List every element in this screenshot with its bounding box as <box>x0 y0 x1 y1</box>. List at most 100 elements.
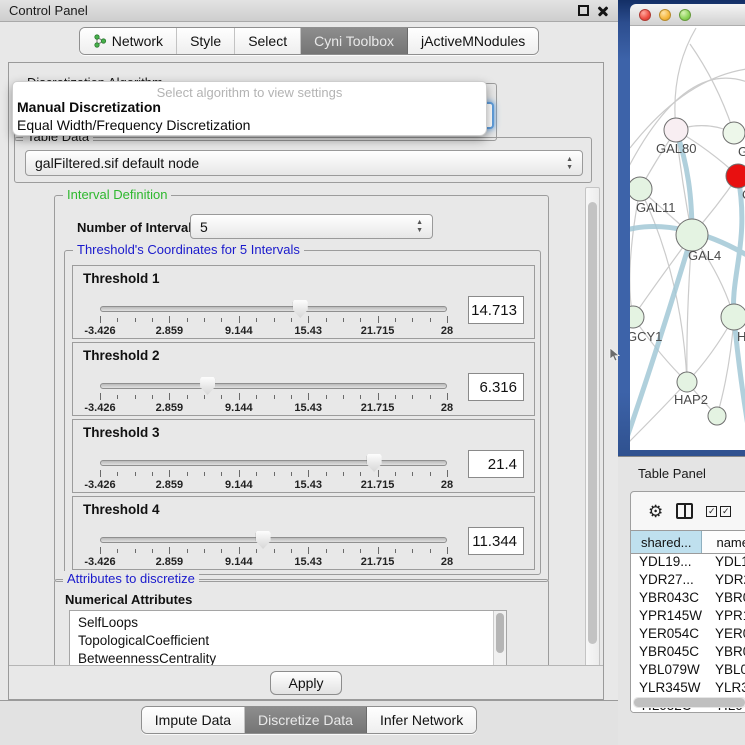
threshold-value-field[interactable]: 14.713 <box>468 296 524 324</box>
threshold-value-field[interactable]: 6.316 <box>468 373 524 401</box>
network-node[interactable] <box>721 304 745 330</box>
tab-cyni-toolbox[interactable]: Cyni Toolbox <box>301 28 408 54</box>
tab-infer-network[interactable]: Infer Network <box>367 707 476 733</box>
network-node[interactable] <box>677 372 697 392</box>
tab-infer-network-label: Infer Network <box>380 712 463 728</box>
table-cell[interactable]: YDR27... <box>631 572 705 590</box>
table-row[interactable]: YBR045CYBR0 <box>631 644 745 662</box>
column-selector-icon[interactable] <box>676 503 693 519</box>
table-row[interactable]: YDR27...YDR2 <box>631 572 745 590</box>
scale-label: -3.426 <box>84 402 115 414</box>
tab-impute-data[interactable]: Impute Data <box>142 707 245 733</box>
table-row[interactable]: YLR345WYLR3 <box>631 680 745 698</box>
table-row[interactable]: YER054CYER0 <box>631 626 745 644</box>
table-cell[interactable]: YER0 <box>705 626 745 644</box>
traffic-light-close-icon[interactable] <box>639 9 651 21</box>
scrollbar-thumb[interactable] <box>588 202 597 644</box>
scale-label: 21.715 <box>361 325 395 337</box>
tab-jactivemnodules[interactable]: jActiveMNodules <box>408 28 538 54</box>
gear-icon[interactable]: ⚙ <box>648 503 663 520</box>
threshold-value-field[interactable]: 11.344 <box>468 527 524 555</box>
slider-track[interactable] <box>100 460 447 466</box>
node-label: GAL11 <box>636 200 676 215</box>
slider-scale: -3.4262.8599.14415.4321.71528 <box>100 402 447 414</box>
table-cell[interactable]: YLR345W <box>631 680 705 698</box>
node-label: GAL4 <box>688 248 721 263</box>
network-node[interactable] <box>630 306 644 328</box>
table-header-cell-name[interactable]: name <box>702 531 745 553</box>
tab-select[interactable]: Select <box>235 28 301 54</box>
table-cell[interactable]: YER054C <box>631 626 705 644</box>
control-panel-titlebar: Control Panel <box>0 0 618 22</box>
scrollbar-thumb[interactable] <box>634 698 745 707</box>
network-node[interactable] <box>630 177 652 201</box>
table-data-group: Table Data galFiltered.sif default node … <box>14 137 592 183</box>
threshold-title: Threshold 2 <box>83 348 160 363</box>
list-item[interactable]: TopologicalCoefficient <box>70 632 506 650</box>
float-window-icon[interactable] <box>578 5 589 16</box>
checkbox-icon[interactable]: ✓ <box>706 506 717 517</box>
table-cell[interactable]: YDL1 <box>705 554 745 572</box>
table-cell[interactable]: YBL079W <box>631 662 705 680</box>
table-row[interactable]: YPR145WYPR1 <box>631 608 745 626</box>
network-node[interactable] <box>676 219 708 251</box>
scale-label: 9.144 <box>225 325 253 337</box>
network-node[interactable] <box>708 407 726 425</box>
algorithm-option-manual[interactable]: Manual Discretization <box>13 98 486 116</box>
vertical-scrollbar[interactable] <box>585 187 600 667</box>
list-item[interactable]: SelfLoops <box>70 614 506 632</box>
slider-track[interactable] <box>100 306 447 312</box>
slider-track[interactable] <box>100 537 447 543</box>
scale-label: 2.859 <box>156 325 184 337</box>
threshold-value-field[interactable]: 21.4 <box>468 450 524 478</box>
table-row[interactable]: YBR043CYBR0 <box>631 590 745 608</box>
network-node[interactable] <box>664 118 688 142</box>
numerical-attributes-list[interactable]: SelfLoopsTopologicalCoefficientBetweenne… <box>69 610 507 667</box>
numerical-attributes-label: Numerical Attributes <box>65 592 192 607</box>
list-scrollbar[interactable] <box>493 611 506 667</box>
checkbox-icon[interactable]: ✓ <box>720 506 731 517</box>
traffic-light-minimize-icon[interactable] <box>659 9 671 21</box>
number-of-intervals-combo[interactable]: 5 ▲▼ <box>190 214 433 239</box>
network-icon <box>93 34 107 48</box>
scale-label: 21.715 <box>361 556 395 568</box>
scale-label: 21.715 <box>361 402 395 414</box>
traffic-light-zoom-icon[interactable] <box>679 9 691 21</box>
algorithm-popup-hint: Select algorithm to view settings <box>13 82 486 98</box>
tab-network-label: Network <box>112 33 163 49</box>
network-canvas[interactable]: GAL80 GA C GAL11 GAL4 GCY1 H HAP2 <box>630 26 745 450</box>
algorithm-option-equal-width[interactable]: Equal Width/Frequency Discretization <box>13 116 486 134</box>
table-cell[interactable]: YBL0 <box>705 662 745 680</box>
tab-select-label: Select <box>248 33 287 49</box>
slider-scale: -3.4262.8599.14415.4321.71528 <box>100 325 447 337</box>
slider-track[interactable] <box>100 383 447 389</box>
tab-jactivemnodules-label: jActiveMNodules <box>421 33 525 49</box>
apply-button[interactable]: Apply <box>270 671 341 695</box>
table-data-combo[interactable]: galFiltered.sif default node ▲▼ <box>25 150 583 176</box>
tab-style[interactable]: Style <box>177 28 235 54</box>
table-cell[interactable]: YBR045C <box>631 644 705 662</box>
table-cell[interactable]: YBR043C <box>631 590 705 608</box>
table-cell[interactable]: YLR3 <box>705 680 745 698</box>
table-row[interactable]: YBL079WYBL0 <box>631 662 745 680</box>
number-of-intervals-label: Number of Intervals <box>77 220 199 235</box>
table-row[interactable]: YDL19...YDL1 <box>631 554 745 572</box>
horizontal-scrollbar[interactable] <box>633 697 745 708</box>
tab-discretize-data[interactable]: Discretize Data <box>245 707 367 733</box>
tab-network[interactable]: Network <box>80 28 177 54</box>
network-node[interactable] <box>723 122 745 144</box>
table-header-cell-shared[interactable]: shared... <box>631 531 702 553</box>
close-icon[interactable] <box>597 5 609 17</box>
table-cell[interactable]: YBR0 <box>705 644 745 662</box>
thresholds-group: Threshold's Coordinates for 5 Intervals … <box>64 250 541 575</box>
scale-label: 21.715 <box>361 479 395 491</box>
interval-definition-group: Interval Definition Number of Intervals … <box>54 195 549 582</box>
slider-ticks <box>100 316 447 324</box>
table-cell[interactable]: YPR1 <box>705 608 745 626</box>
table-cell[interactable]: YDL19... <box>631 554 705 572</box>
table-cell[interactable]: YPR145W <box>631 608 705 626</box>
scale-label: 2.859 <box>156 556 184 568</box>
table-cell[interactable]: YBR0 <box>705 590 745 608</box>
table-cell[interactable]: YDR2 <box>705 572 745 590</box>
network-node[interactable] <box>726 164 745 188</box>
